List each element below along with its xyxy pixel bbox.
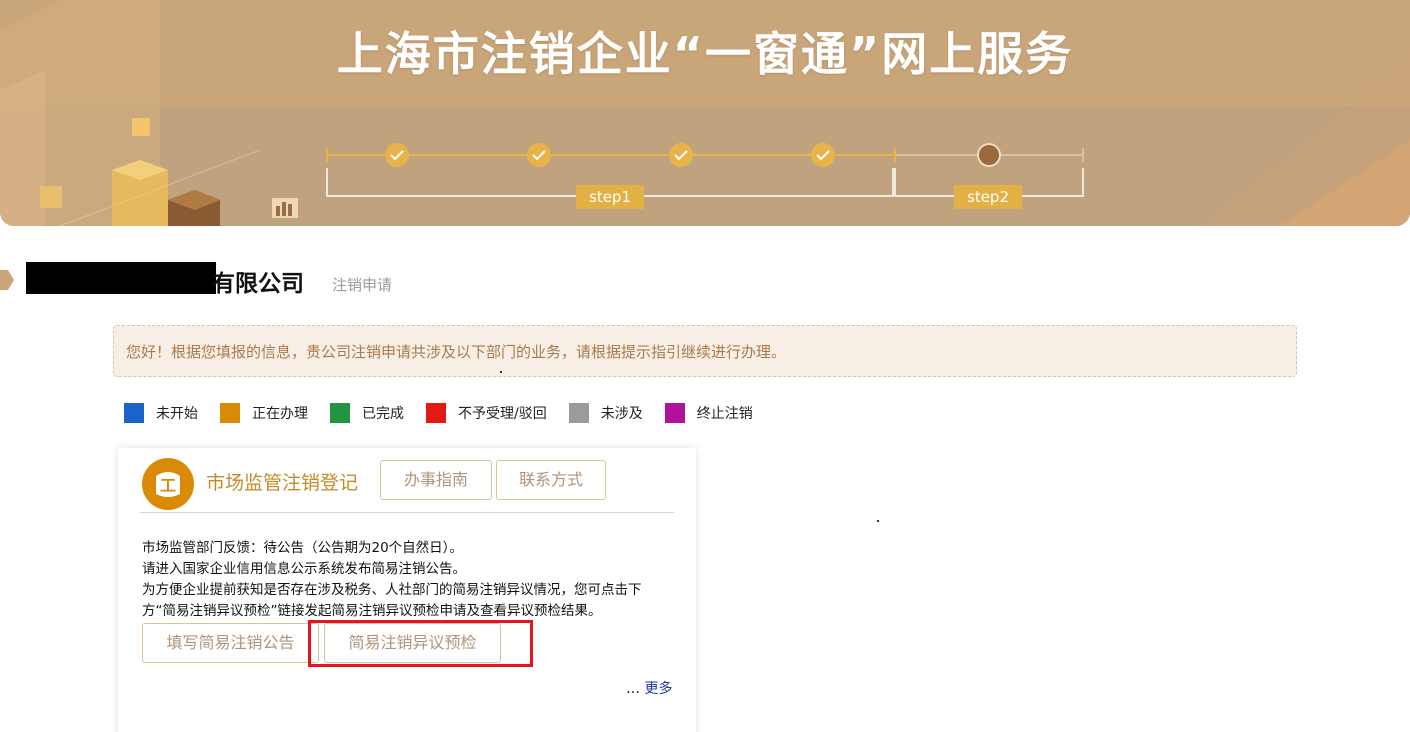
checkpoint-4-icon: [811, 143, 835, 167]
fill-announcement-button[interactable]: 填写简易注销公告: [142, 623, 319, 663]
legend-item-not-involved: 未涉及: [568, 403, 643, 423]
legend-label: 终止注销: [696, 406, 753, 422]
stray-dot: [877, 520, 879, 522]
checkpoint-2-icon: [527, 143, 551, 167]
step2-label: step2: [954, 185, 1022, 209]
progress-steps: [326, 143, 1084, 197]
card-feedback-text: 市场监管部门反馈：待公告（公告期为20个自然日）。 请进入国家企业信用信息公示系…: [142, 538, 682, 622]
market-supervision-card: 工 市场监管注销登记 办事指南 联系方式 市场监管部门反馈：待公告（公告期为20…: [118, 448, 696, 732]
feedback-line: 市场监管部门反馈：待公告（公告期为20个自然日）。: [142, 540, 463, 556]
company-name: 有限公司: [212, 271, 304, 297]
legend-item-completed: 已完成: [330, 403, 404, 423]
feedback-line: 方“简易注销异议预检”链接发起简易注销异议预检申请及查看异议预检结果。: [142, 603, 602, 619]
company-name-redacted: [26, 262, 216, 294]
legend-item-not-started: 未开始: [124, 403, 198, 423]
header-banner: 上海市注销企业“一窗通”网上服务 step1 step2: [0, 0, 1410, 226]
more-row: … 更多: [626, 678, 672, 698]
checkpoint-3-icon: [669, 143, 693, 167]
more-link[interactable]: 更多: [644, 681, 672, 697]
notice-text: 您好！根据您填报的信息，贵公司注销申请共涉及以下部门的业务，请根据提示指引继续进…: [126, 343, 787, 361]
notice-banner: 您好！根据您填报的信息，贵公司注销申请共涉及以下部门的业务，请根据提示指引继续进…: [113, 325, 1297, 377]
legend-swatch: [426, 403, 446, 423]
legend-label: 不予受理/驳回: [458, 406, 547, 422]
legend-label: 已完成: [362, 406, 404, 422]
legend-item-rejected: 不予受理/驳回: [426, 403, 547, 423]
feedback-line: 请进入国家企业信用信息公示系统发布简易注销公告。: [142, 561, 466, 577]
legend-label: 正在办理: [252, 406, 308, 422]
step1-label: step1: [576, 185, 644, 209]
heading-marker-icon: [0, 270, 14, 290]
feedback-line: 为方便企业提前获知是否存在涉及税务、人社部门的简易注销异议情况，您可点击下: [142, 582, 642, 598]
checkpoint-1-icon: [385, 143, 409, 167]
legend-label: 未涉及: [600, 406, 643, 422]
legend-swatch: [568, 403, 589, 423]
svg-text:工: 工: [160, 476, 176, 495]
guide-button[interactable]: 办事指南: [380, 460, 492, 500]
card-title: 市场监管注销登记: [206, 472, 359, 494]
objection-precheck-button[interactable]: 简易注销异议预检: [324, 623, 501, 663]
status-legend: 未开始 正在办理 已完成 不予受理/驳回 未涉及 终止注销: [124, 402, 775, 424]
contact-button[interactable]: 联系方式: [496, 460, 606, 500]
legend-item-terminated: 终止注销: [664, 403, 753, 423]
legend-swatch: [220, 403, 240, 423]
legend-swatch: [664, 403, 685, 423]
checkpoint-current-icon: [977, 143, 1001, 167]
legend-swatch: [124, 403, 144, 423]
legend-item-in-progress: 正在办理: [220, 403, 308, 423]
more-ellipsis: …: [626, 681, 640, 697]
card-divider: [140, 512, 674, 513]
gongshang-badge-icon: 工: [142, 458, 194, 510]
stray-dot: [500, 371, 502, 373]
page-subtitle: 注销申请: [332, 276, 393, 294]
legend-label: 未开始: [156, 406, 198, 422]
legend-swatch: [330, 403, 350, 423]
